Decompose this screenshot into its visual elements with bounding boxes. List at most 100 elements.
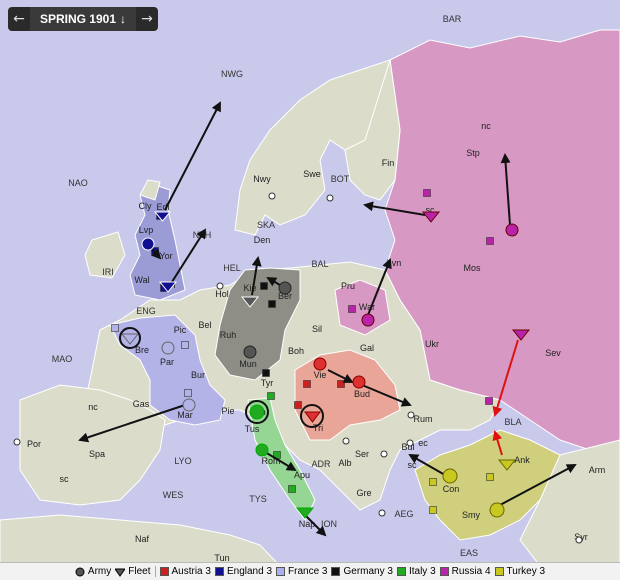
- army-russia-mos: [505, 223, 519, 237]
- turkey-swatch: [494, 567, 504, 576]
- army-france-par: [161, 341, 175, 355]
- province-label-mar: Mar: [177, 410, 193, 420]
- diplomacy-board: BAR NWG NAO nc Stp Fin Nwy Swe BOT sc Cly Edi Lvp NTH…: [0, 0, 620, 580]
- province-label-aeg: AEG: [394, 509, 413, 519]
- legend-power-italy: Italy 3: [396, 566, 436, 577]
- province-label-rum: Rum: [413, 414, 432, 424]
- legend-army: Army: [75, 566, 111, 577]
- army-germany-ber: [278, 281, 292, 295]
- supply-center-owned: [348, 305, 356, 313]
- supply-center-owned: [262, 369, 270, 377]
- province-label-hel: HEL: [223, 263, 241, 273]
- supply-center-owned: [486, 473, 494, 481]
- province-label-pru: Pru: [341, 281, 355, 291]
- supply-center-owned: [288, 485, 296, 493]
- province-label-gas: Gas: [133, 399, 150, 409]
- province-label-cly: Cly: [139, 201, 152, 211]
- legend-fleet-label: Fleet: [128, 566, 151, 577]
- province-label-adr: ADR: [311, 459, 331, 469]
- province-label-pic: Pic: [174, 325, 187, 335]
- supply-center-neutral: [326, 194, 334, 202]
- army-italy-rom: [255, 443, 269, 457]
- turn-label-button[interactable]: SPRING 1901 ↓: [30, 7, 136, 31]
- province-label-nwy: Nwy: [253, 174, 271, 184]
- province-label-sc-bul: sc: [408, 460, 418, 470]
- supply-center-owned: [303, 380, 311, 388]
- next-turn-button[interactable]: →: [136, 7, 158, 31]
- province-label-pie: Pie: [221, 406, 234, 416]
- supply-center-neutral: [380, 450, 388, 458]
- supply-center-neutral: [378, 509, 386, 517]
- legend-power-germany: Germany 3: [331, 566, 393, 577]
- austria-swatch: [159, 567, 169, 576]
- province-label-fin: Fin: [382, 158, 395, 168]
- legend-power-label: Italy 3: [408, 566, 436, 577]
- england-swatch: [214, 567, 224, 576]
- province-label-bel: Bel: [198, 320, 211, 330]
- army-turkey-smy: [489, 502, 505, 518]
- legend-fleet: Fleet: [115, 566, 151, 577]
- province-label-stp: Stp: [466, 148, 480, 158]
- province-label-por: Por: [27, 439, 41, 449]
- supply-center-owned: [485, 397, 493, 405]
- province-label-lyo: LYO: [174, 456, 191, 466]
- army-austria-vie: [313, 357, 327, 371]
- province-label-ruh: Ruh: [220, 330, 237, 340]
- province-label-nc: nc: [481, 121, 491, 131]
- province-label-ser: Ser: [355, 449, 369, 459]
- russia-swatch: [439, 567, 449, 576]
- province-label-boh: Boh: [288, 346, 304, 356]
- province-label-bar: BAR: [443, 14, 462, 24]
- legend-power-turkey: Turkey 3: [494, 566, 545, 577]
- supply-center-neutral: [342, 437, 350, 445]
- province-label-sil: Sil: [312, 324, 322, 334]
- province-label-swe: Swe: [303, 169, 321, 179]
- province-label-nc-spa: nc: [88, 402, 98, 412]
- supply-center-owned: [429, 506, 437, 514]
- province-label-alb: Alb: [338, 458, 351, 468]
- province-label-ec: ec: [418, 438, 428, 448]
- army-russia-war: [361, 313, 375, 327]
- army-icon: [75, 567, 85, 576]
- province-label-nwg: NWG: [221, 69, 243, 79]
- supply-center-owned: [268, 300, 276, 308]
- arrow-left-icon: ←: [13, 11, 25, 27]
- legend-power-label: Austria 3: [171, 566, 211, 577]
- province-label-eng: ENG: [136, 306, 156, 316]
- province-label-nao: NAO: [68, 178, 88, 188]
- province-label-wes: WES: [163, 490, 184, 500]
- province-label-mos: Mos: [463, 263, 481, 273]
- province-label-tys: TYS: [249, 494, 267, 504]
- army-france-mar: [182, 398, 196, 412]
- province-label-sc-spa: sc: [60, 474, 70, 484]
- province-label-tus: Tus: [245, 424, 260, 434]
- province-label-ion: ION: [321, 519, 337, 529]
- turn-selector: ← SPRING 1901 ↓ →: [8, 7, 158, 31]
- legend-army-label: Army: [87, 566, 112, 577]
- legend-bar: Army Fleet Austria 3 England 3 France 3 …: [0, 562, 620, 580]
- legend-power-label: France 3: [288, 566, 328, 577]
- supply-center-neutral: [407, 411, 415, 419]
- province-label-spa: Spa: [89, 449, 105, 459]
- province-label-yor: Yor: [159, 251, 172, 261]
- europe-map[interactable]: BARNWGNAOncStpFinNwy Swe BOTscCly EdiLvp NTH…: [0, 0, 620, 580]
- supply-center-owned: [429, 478, 437, 486]
- province-label-con: Con: [443, 484, 460, 494]
- supply-center-owned: [337, 380, 345, 388]
- supply-center-owned: [267, 392, 275, 400]
- france-swatch: [276, 567, 286, 576]
- province-label-iri: IRI: [102, 267, 114, 277]
- province-label-sev: Sev: [545, 348, 561, 358]
- prev-turn-button[interactable]: ←: [8, 7, 30, 31]
- army-italy-ven: [249, 404, 265, 420]
- supply-center-neutral: [13, 438, 21, 446]
- germany-swatch: [331, 567, 341, 576]
- legend-power-label: England 3: [226, 566, 273, 577]
- province-label-den: Den: [254, 235, 271, 245]
- legend-power-france: France 3: [276, 566, 327, 577]
- province-label-bal: BAL: [311, 259, 328, 269]
- province-label-par: Par: [160, 357, 174, 367]
- province-label-gre: Gre: [356, 488, 371, 498]
- army-germany-mun: [243, 345, 257, 359]
- supply-center-neutral: [216, 282, 224, 290]
